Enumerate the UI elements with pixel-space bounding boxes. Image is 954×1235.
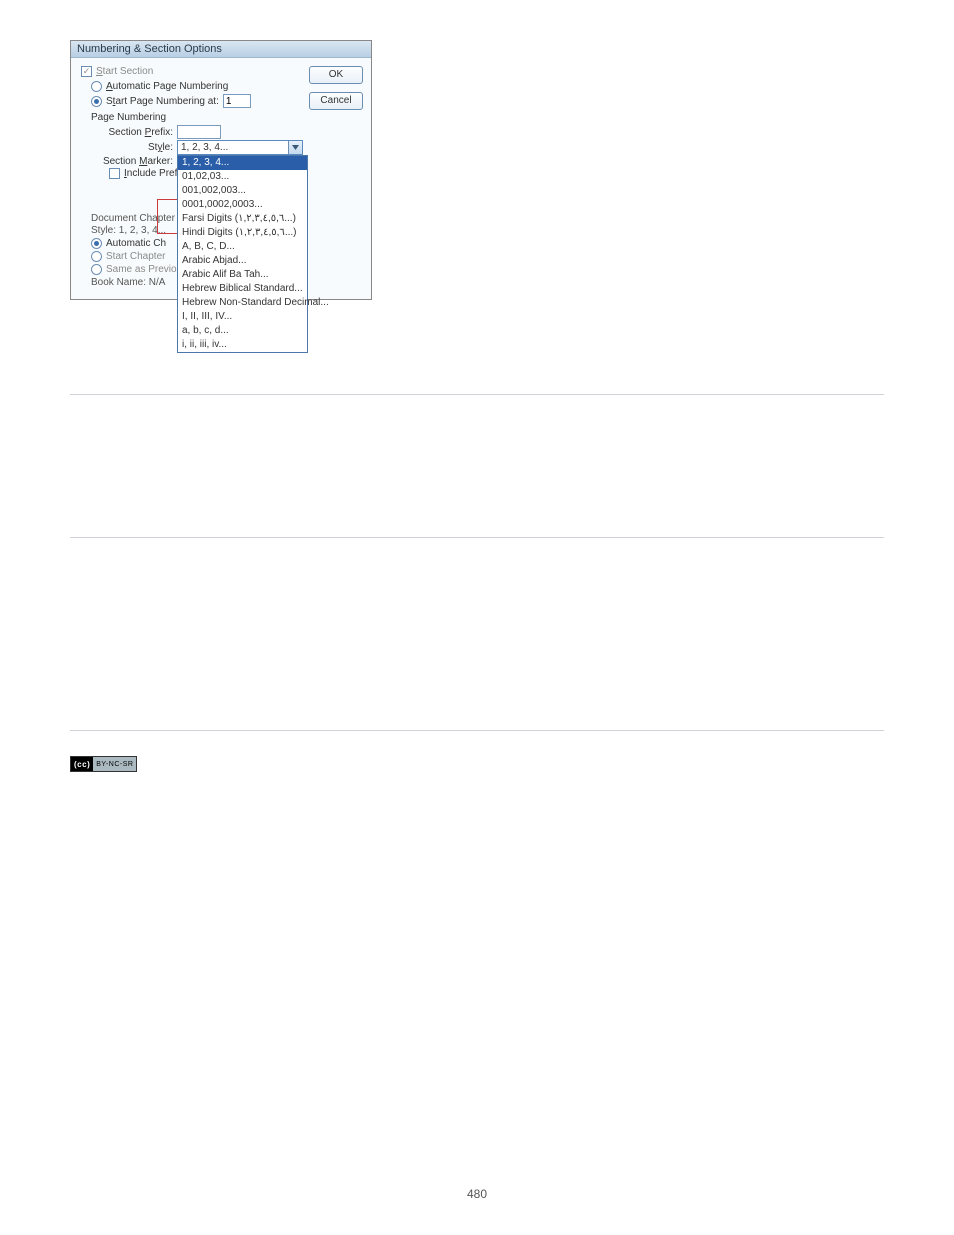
start-chapter-radio[interactable]: [91, 251, 102, 262]
auto-page-numbering-radio[interactable]: [91, 81, 102, 92]
style-label: Style:: [99, 142, 173, 153]
start-chapter-label: Start Chapter: [106, 251, 165, 262]
style-option[interactable]: i, ii, iii, iv...: [178, 338, 307, 352]
style-option[interactable]: A, B, C, D...: [178, 240, 307, 254]
start-page-numbering-radio[interactable]: [91, 96, 102, 107]
start-page-numbering-label: Start Page Numbering at:: [106, 96, 219, 107]
style-dropdown[interactable]: 1, 2, 3, 4... 1, 2, 3, 4... 01,02,03... …: [177, 140, 303, 155]
page-number: 480: [0, 1187, 954, 1201]
numbering-section-dialog: Numbering & Section Options Start Sectio…: [70, 40, 372, 300]
start-section-label: Start Section: [96, 66, 153, 77]
dialog-title: Numbering & Section Options: [71, 41, 371, 58]
automatic-chapter-label: Automatic Ch: [106, 238, 166, 249]
ok-button[interactable]: OK: [309, 66, 363, 84]
section-prefix-input[interactable]: [177, 125, 221, 139]
style-option[interactable]: 001,002,003...: [178, 184, 307, 198]
chevron-down-icon: [288, 141, 302, 154]
automatic-chapter-radio[interactable]: [91, 238, 102, 249]
cancel-button[interactable]: Cancel: [309, 92, 363, 110]
same-as-previous-radio[interactable]: [91, 264, 102, 275]
divider: [70, 730, 884, 731]
cc-license-badge: (cc) BY-NC-SR: [70, 756, 137, 772]
include-prefix-label: Include Prefix: [124, 168, 185, 179]
style-option[interactable]: Arabic Abjad...: [178, 254, 307, 268]
section-prefix-label: Section Prefix:: [99, 127, 173, 138]
style-option[interactable]: Arabic Alif Ba Tah...: [178, 268, 307, 282]
style-option[interactable]: I, II, III, IV...: [178, 310, 307, 324]
cc-icon: (cc): [71, 757, 93, 771]
include-prefix-checkbox[interactable]: [109, 168, 120, 179]
start-section-checkbox[interactable]: [81, 66, 92, 77]
style-selected-value: 1, 2, 3, 4...: [181, 142, 228, 153]
section-marker-label: Section Marker:: [99, 156, 173, 167]
style-option[interactable]: 0001,0002,0003...: [178, 198, 307, 212]
style-option[interactable]: Hindi Digits (١,٢,٣,٤,٥,٦...): [178, 226, 307, 240]
same-as-previous-label: Same as Previo: [106, 264, 177, 275]
page-numbering-heading: Page Numbering: [91, 112, 303, 123]
style-option[interactable]: Farsi Digits (١,٢,٣,٤,٥,٦...): [178, 212, 307, 226]
cc-text: BY-NC-SR: [93, 761, 136, 768]
start-page-number-input[interactable]: [223, 94, 251, 108]
style-option[interactable]: a, b, c, d...: [178, 324, 307, 338]
style-option[interactable]: Hebrew Non-Standard Decimal...: [178, 296, 307, 310]
style-dropdown-list: 1, 2, 3, 4... 01,02,03... 001,002,003...…: [177, 155, 308, 353]
auto-page-numbering-label: Automatic Page Numbering: [106, 81, 228, 92]
style-option[interactable]: 1, 2, 3, 4...: [178, 156, 307, 170]
style-option[interactable]: Hebrew Biblical Standard...: [178, 282, 307, 296]
style-option[interactable]: 01,02,03...: [178, 170, 307, 184]
